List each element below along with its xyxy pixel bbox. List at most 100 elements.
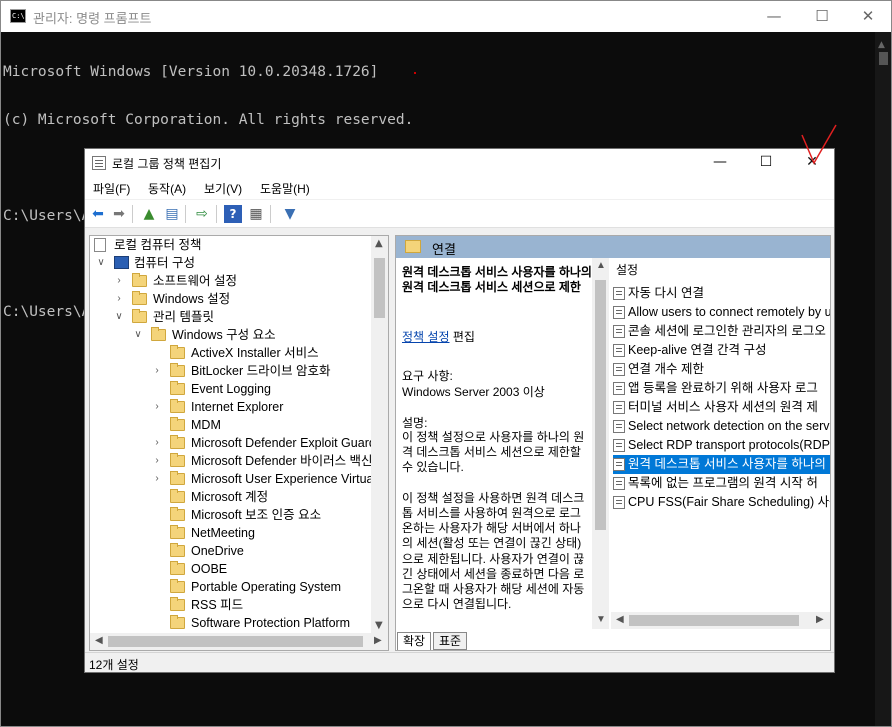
export-list-icon[interactable]: ⇨	[193, 205, 211, 223]
chevron-right-icon[interactable]: ›	[152, 398, 162, 416]
scroll-up-arrow-icon[interactable]: ▲	[596, 260, 606, 271]
tree-node-label: Microsoft Defender Exploit Guard	[191, 436, 376, 450]
scroll-left-arrow-icon[interactable]: ◀	[616, 614, 624, 625]
cmd-maximize-button[interactable]: ☐	[799, 1, 845, 32]
list-horizontal-scrollbar[interactable]: ◀ ▶	[611, 612, 830, 629]
cmd-scroll-thumb[interactable]	[879, 52, 888, 65]
settings-list-pane: 설정 자동 다시 연결 Allow users to connect remote…	[611, 258, 830, 629]
settings-column-header[interactable]: 설정	[616, 261, 638, 278]
settings-list-item[interactable]: 자동 다시 연결	[613, 284, 830, 303]
console-line: Microsoft Windows [Version 10.0.20348.17…	[3, 64, 379, 80]
up-folder-icon[interactable]: ▲	[140, 205, 158, 223]
settings-list-item[interactable]: Select network detection on the serv	[613, 417, 830, 436]
scroll-down-arrow-icon[interactable]: ▼	[596, 614, 606, 625]
list-hscroll-thumb[interactable]	[629, 615, 799, 626]
settings-list-item[interactable]: CPU FSS(Fair Share Scheduling) 사용	[613, 493, 830, 512]
scroll-left-arrow-icon[interactable]: ◀	[95, 635, 103, 646]
settings-list-item[interactable]: Select RDP transport protocols(RDP	[613, 436, 830, 455]
back-arrow-icon[interactable]: ⬅	[89, 205, 107, 223]
description-scroll-thumb[interactable]	[595, 280, 606, 530]
chevron-right-icon[interactable]: ›	[152, 362, 162, 380]
folder-icon	[151, 327, 166, 341]
folder-icon	[170, 399, 185, 413]
policy-title: 원격 데스크톱 서비스 사용자를 하나의 원격 데스크톱 서비스 세션으로 제한	[402, 265, 592, 294]
gpedit-maximize-button[interactable]: ☐	[743, 149, 789, 177]
menu-action[interactable]: 동작(A)	[148, 180, 186, 197]
chevron-right-icon[interactable]: ›	[152, 470, 162, 488]
policy-tree-pane[interactable]: 로컬 컴퓨터 정책 ∨ 컴퓨터 구성 › 소프트웨어 설정 › Windows …	[89, 235, 389, 651]
tree-node-label: Internet Explorer	[191, 400, 284, 414]
settings-list-item[interactable]: 터미널 서비스 사용자 세션의 원격 제	[613, 398, 830, 417]
chevron-right-icon[interactable]: ›	[152, 434, 162, 452]
chevron-down-icon[interactable]: ∨	[133, 326, 143, 344]
settings-list-item[interactable]: 앱 등록을 완료하기 위해 사용자 로그	[613, 379, 830, 398]
cmd-close-button[interactable]: ✕	[845, 1, 891, 32]
policy-app-icon	[92, 156, 106, 170]
scroll-down-arrow-icon[interactable]: ▼	[375, 620, 383, 631]
tree-vertical-scrollbar[interactable]: ▲ ▼	[371, 236, 388, 634]
settings-item-label: 콘솔 세션에 로그인한 관리자의 로그오	[628, 324, 826, 338]
policy-setting-icon	[613, 287, 625, 300]
menu-file[interactable]: 파일(F)	[93, 180, 130, 197]
toolbar-separator	[132, 205, 133, 223]
requirements-label: 요구 사항:	[402, 369, 453, 383]
menu-view[interactable]: 보기(V)	[204, 180, 242, 197]
tree-node-label: Microsoft 계정	[191, 490, 269, 504]
chevron-down-icon[interactable]: ∨	[114, 308, 124, 326]
properties-icon[interactable]: ▦	[247, 205, 265, 223]
settings-list-item[interactable]: 연결 개수 제한	[613, 360, 830, 379]
folder-icon	[170, 381, 185, 395]
view-tabs: 확장 표준	[395, 630, 595, 652]
scroll-up-arrow-icon[interactable]: ▲	[375, 238, 383, 249]
cmd-titlebar[interactable]: C:\ 관리자: 명령 프롬프트 — ☐ ✕	[1, 1, 891, 32]
tree-vscroll-thumb[interactable]	[374, 258, 385, 318]
edit-policy-setting-link[interactable]: 정책 설정	[402, 330, 450, 344]
folder-icon	[170, 417, 185, 431]
gpedit-titlebar[interactable]: 로컬 그룹 정책 편집기 — ☐ ✕	[85, 149, 834, 177]
settings-list-item[interactable]: Keep-alive 연결 간격 구성	[613, 341, 830, 360]
policy-setting-icon	[613, 382, 625, 395]
settings-item-label: 자동 다시 연결	[628, 286, 704, 300]
cmd-scrollbar[interactable]: ▲	[875, 32, 891, 726]
chevron-right-icon[interactable]: ›	[152, 452, 162, 470]
gpedit-minimize-button[interactable]: —	[697, 149, 743, 177]
scroll-right-arrow-icon[interactable]: ▶	[816, 614, 824, 625]
settings-list-item[interactable]: 원격 데스크톱 서비스 사용자를 하나의	[613, 455, 830, 474]
policy-setting-icon	[613, 420, 625, 433]
chevron-right-icon[interactable]: ›	[114, 272, 124, 290]
tree-hscroll-thumb[interactable]	[108, 636, 363, 647]
show-hide-tree-icon[interactable]: ▤	[163, 205, 181, 223]
scroll-up-arrow-icon[interactable]: ▲	[878, 40, 885, 50]
forward-arrow-icon[interactable]: ➡	[110, 205, 128, 223]
annotation-dot	[414, 72, 416, 74]
chevron-right-icon[interactable]: ›	[114, 290, 124, 308]
policy-setting-icon	[613, 344, 625, 357]
scroll-right-arrow-icon[interactable]: ▶	[374, 635, 382, 646]
settings-list-item[interactable]: 목록에 없는 프로그램의 원격 시작 허	[613, 474, 830, 493]
tree-node-label: Microsoft User Experience Virtualization	[191, 472, 388, 486]
console-line: (c) Microsoft Corporation. All rights re…	[3, 112, 414, 128]
menu-help[interactable]: 도움말(H)	[260, 180, 310, 197]
settings-list-item[interactable]: Allow users to connect remotely by u	[613, 303, 830, 322]
annotation-checkmark-icon	[801, 124, 837, 165]
folder-icon	[170, 453, 185, 467]
settings-list-item[interactable]: 콘솔 세션에 로그인한 관리자의 로그오	[613, 322, 830, 341]
details-header-title: 연결	[432, 242, 456, 257]
folder-icon	[170, 363, 185, 377]
description-text: 이 정책 설정으로 사용자를 하나의 원격 데스크톱 서비스 세션으로 제한할 …	[402, 430, 585, 612]
description-scrollbar[interactable]: ▲ ▼	[592, 258, 609, 629]
cmd-minimize-button[interactable]: —	[751, 1, 797, 32]
tree-node-label: Portable Operating System	[191, 580, 342, 594]
filter-icon[interactable]: ▼	[281, 205, 299, 223]
help-icon[interactable]: ?	[224, 205, 242, 223]
details-header: 연결	[396, 236, 830, 258]
cmd-window-title: 관리자: 명령 프롬프트	[33, 11, 152, 26]
tab-extended[interactable]: 확장	[397, 632, 432, 650]
chevron-down-icon[interactable]: ∨	[96, 254, 106, 272]
tree-horizontal-scrollbar[interactable]: ◀ ▶	[90, 633, 388, 650]
toolbar-separator	[270, 205, 271, 223]
toolbar-separator	[185, 205, 186, 223]
description-label: 설명:	[402, 416, 428, 430]
policy-setting-icon	[613, 306, 625, 319]
tab-standard[interactable]: 표준	[433, 632, 468, 650]
